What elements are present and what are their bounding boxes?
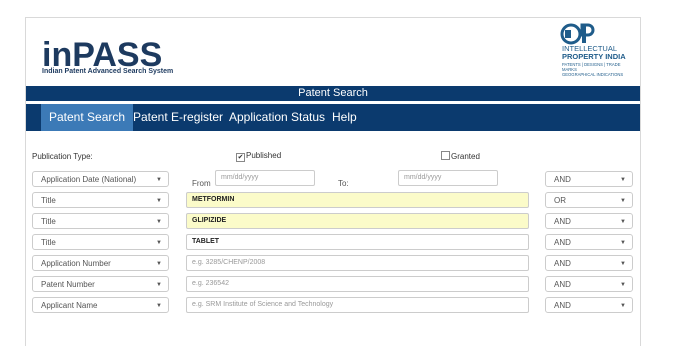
chevron-down-icon: ▼ bbox=[620, 219, 626, 225]
page-title: Patent Search bbox=[26, 86, 640, 101]
field-select-3[interactable]: Title ▼ bbox=[32, 234, 169, 250]
published-option: ✔ Published bbox=[236, 151, 281, 162]
date-from-label: From bbox=[192, 179, 211, 188]
operator-select-5[interactable]: AND ▼ bbox=[545, 276, 633, 292]
operator-value: OR bbox=[554, 196, 566, 205]
date-from-input[interactable]: mm/dd/yyyy bbox=[215, 170, 315, 186]
search-term-input-2[interactable]: GLIPIZIDE bbox=[186, 213, 529, 229]
operator-value: AND bbox=[554, 259, 571, 268]
field-select-value: Title bbox=[41, 217, 56, 226]
ip-india-subtitle: PATENTS | DESIGNS | TRADE MARKS GEOGRAPH… bbox=[562, 62, 632, 77]
chevron-down-icon: ▼ bbox=[156, 198, 162, 204]
date-to-input[interactable]: mm/dd/yyyy bbox=[398, 170, 498, 186]
chevron-down-icon: ▼ bbox=[156, 261, 162, 267]
chevron-down-icon: ▼ bbox=[156, 219, 162, 225]
search-term-input-4[interactable]: e.g. 3285/CHENP/2008 bbox=[186, 255, 529, 271]
search-term-input-5[interactable]: e.g. 236542 bbox=[186, 276, 529, 292]
search-term-input-1[interactable]: METFORMIN bbox=[186, 192, 529, 208]
operator-select-3[interactable]: AND ▼ bbox=[545, 234, 633, 250]
granted-option: Granted bbox=[441, 151, 480, 161]
field-select-2[interactable]: Title ▼ bbox=[32, 213, 169, 229]
ip-line-2: PROPERTY INDIA bbox=[562, 52, 626, 61]
field-select-value: Title bbox=[41, 196, 56, 205]
chevron-down-icon: ▼ bbox=[156, 303, 162, 309]
field-select-4[interactable]: Application Number ▼ bbox=[32, 255, 169, 271]
field-select-6[interactable]: Applicant Name ▼ bbox=[32, 297, 169, 313]
logo-subtitle: Indian Patent Advanced Search System bbox=[42, 68, 174, 75]
operator-select-4[interactable]: AND ▼ bbox=[545, 255, 633, 271]
operator-select-date[interactable]: AND ▼ bbox=[545, 171, 633, 187]
chevron-down-icon: ▼ bbox=[620, 282, 626, 288]
granted-checkbox[interactable] bbox=[441, 151, 450, 160]
field-select-value: Patent Number bbox=[41, 280, 95, 289]
operator-value: AND bbox=[554, 238, 571, 247]
ip-line-3: PATENTS | DESIGNS | TRADE MARKS bbox=[562, 62, 621, 72]
chevron-down-icon: ▼ bbox=[620, 240, 626, 246]
chevron-down-icon: ▼ bbox=[620, 198, 626, 204]
operator-select-6[interactable]: AND ▼ bbox=[545, 297, 633, 313]
field-select-date[interactable]: Application Date (National) ▼ bbox=[32, 171, 169, 187]
operator-value: AND bbox=[554, 280, 571, 289]
chevron-down-icon: ▼ bbox=[156, 177, 162, 183]
operator-select-2[interactable]: AND ▼ bbox=[545, 213, 633, 229]
ip-india-title: INTELLECTUAL PROPERTY INDIA bbox=[562, 45, 632, 61]
operator-value: AND bbox=[554, 175, 571, 184]
main-nav: Patent Search Patent E-register Applicat… bbox=[26, 104, 640, 131]
operator-value: AND bbox=[554, 217, 571, 226]
field-select-value: Title bbox=[41, 238, 56, 247]
publication-type-label: Publication Type: bbox=[32, 152, 93, 161]
nav-patent-e-register[interactable]: Patent E-register bbox=[125, 104, 231, 131]
chevron-down-icon: ▼ bbox=[156, 282, 162, 288]
ip-line-4: GEOGRAPHICAL INDICATIONS bbox=[562, 72, 624, 77]
page-frame: inPASS Indian Patent Advanced Search Sys… bbox=[25, 17, 641, 346]
chevron-down-icon: ▼ bbox=[620, 261, 626, 267]
operator-select-1[interactable]: OR ▼ bbox=[545, 192, 633, 208]
nav-application-status[interactable]: Application Status bbox=[221, 104, 333, 131]
field-select-5[interactable]: Patent Number ▼ bbox=[32, 276, 169, 292]
field-select-value: Applicant Name bbox=[41, 301, 98, 310]
chevron-down-icon: ▼ bbox=[620, 303, 626, 309]
nav-help[interactable]: Help bbox=[324, 104, 365, 131]
chevron-down-icon: ▼ bbox=[156, 240, 162, 246]
chevron-down-icon: ▼ bbox=[620, 177, 626, 183]
search-term-input-3[interactable]: TABLET bbox=[186, 234, 529, 250]
field-select-value: Application Number bbox=[41, 259, 111, 268]
date-to-label: To: bbox=[338, 179, 349, 188]
search-term-input-6[interactable]: e.g. SRM Institute of Science and Techno… bbox=[186, 297, 529, 313]
field-select-date-value: Application Date (National) bbox=[41, 175, 137, 184]
operator-value: AND bbox=[554, 301, 571, 310]
nav-patent-search[interactable]: Patent Search bbox=[41, 104, 134, 131]
published-checkbox[interactable]: ✔ bbox=[236, 153, 245, 162]
field-select-1[interactable]: Title ▼ bbox=[32, 192, 169, 208]
published-label: Published bbox=[246, 151, 282, 160]
granted-label: Granted bbox=[451, 152, 480, 161]
